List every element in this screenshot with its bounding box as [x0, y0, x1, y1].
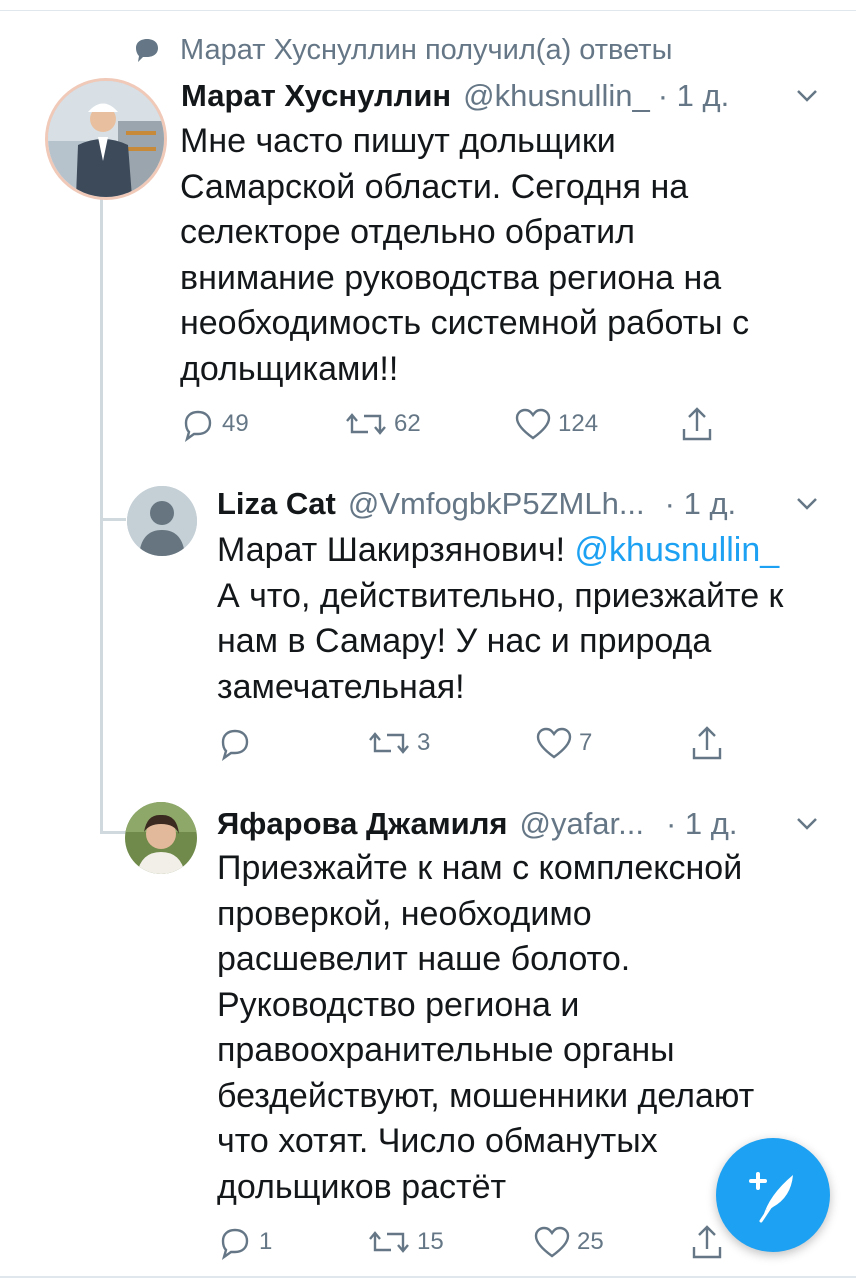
author-handle[interactable]: @khusnullin_ — [463, 78, 650, 114]
default-avatar-icon — [127, 486, 197, 556]
thread-connector — [100, 197, 103, 834]
tweet-actions: 3 7 — [217, 723, 727, 763]
mention-link[interactable]: @khusnullin_ — [575, 531, 780, 569]
author-name[interactable]: Liza Cat — [217, 486, 336, 522]
heart-icon — [515, 408, 551, 440]
heart-icon — [534, 1226, 570, 1258]
retweet-button[interactable]: 3 — [367, 723, 430, 763]
tweet-header: Марат Хуснуллин @khusnullin_ · 1 д. — [181, 74, 729, 118]
tweet-header: Liza Cat @VmfogbkP5ZMLh... · 1 д. — [217, 482, 736, 526]
compose-tweet-button[interactable] — [716, 1138, 830, 1252]
like-button[interactable]: 25 — [533, 1222, 604, 1262]
reply-count: 49 — [222, 410, 249, 437]
retweet-icon — [369, 1231, 409, 1253]
retweet-button[interactable]: 15 — [367, 1222, 444, 1262]
tweet-actions: 49 62 124 — [180, 404, 720, 444]
reply-bubble-icon — [136, 39, 158, 62]
like-button[interactable]: 124 — [514, 404, 598, 444]
reply-icon — [221, 729, 249, 761]
bottom-divider — [0, 1276, 856, 1278]
reply-context[interactable]: Марат Хуснуллин получил(а) ответы — [132, 30, 672, 70]
retweet-count: 3 — [417, 729, 431, 756]
heart-icon — [536, 727, 572, 759]
share-button[interactable] — [680, 404, 714, 444]
thread-branch — [100, 518, 126, 521]
reply-button[interactable] — [217, 723, 259, 763]
avatar-photo — [125, 802, 197, 874]
retweet-count: 15 — [417, 1228, 444, 1255]
avatar[interactable] — [45, 78, 167, 200]
chevron-down-icon[interactable] — [796, 817, 818, 831]
chevron-down-icon[interactable] — [796, 89, 818, 103]
compose-feather-icon — [749, 1172, 793, 1223]
share-icon — [682, 407, 712, 441]
reply-icon — [184, 410, 212, 442]
avatar-photo — [48, 81, 164, 197]
reply-button[interactable]: 1 — [217, 1222, 272, 1262]
tweet-text: Мне часто пишут дольщики Самарской облас… — [180, 122, 750, 388]
retweet-icon — [346, 413, 386, 435]
tweet-text: Приезжайте к нам с комплексной проверкой… — [217, 849, 755, 1206]
share-button[interactable] — [690, 1222, 724, 1262]
thread-branch — [100, 831, 126, 834]
retweet-button[interactable]: 62 — [344, 404, 421, 444]
share-button[interactable] — [690, 723, 724, 763]
author-name[interactable]: Марат Хуснуллин — [181, 78, 451, 114]
share-icon — [692, 726, 722, 760]
retweet-icon — [369, 732, 409, 754]
author-handle[interactable]: @VmfogbkP5ZMLh... — [348, 486, 645, 522]
tweet-actions: 1 15 25 — [217, 1222, 727, 1262]
like-count: 124 — [558, 410, 599, 437]
like-button[interactable]: 7 — [535, 723, 592, 763]
tweet-header: Яфарова Джамиля @yafar... · 1 д. — [217, 802, 738, 846]
avatar[interactable] — [127, 486, 197, 556]
tweet-text: Марат Шакирзянович! @khusnullin_ А что, … — [217, 528, 783, 710]
like-count: 7 — [579, 729, 593, 756]
avatar[interactable] — [125, 802, 197, 874]
like-count: 25 — [577, 1228, 604, 1255]
tweet-text-body: А что, действительно, приезжайте к нам в… — [217, 576, 784, 706]
reply-count: 1 — [259, 1228, 273, 1255]
tweet-time[interactable]: · 1 д. — [665, 486, 737, 522]
top-divider — [0, 10, 856, 11]
retweet-count: 62 — [394, 410, 421, 437]
author-handle[interactable]: @yafar... — [519, 806, 644, 842]
tweet-time[interactable]: · 1 д. — [658, 78, 730, 114]
reply-button[interactable]: 49 — [180, 404, 249, 444]
author-name[interactable]: Яфарова Джамиля — [217, 806, 507, 842]
share-icon — [692, 1225, 722, 1259]
tweet-time[interactable]: · 1 д. — [666, 806, 738, 842]
reply-icon — [221, 1228, 249, 1260]
tweet-text-prefix: Марат Шакирзянович! — [217, 531, 575, 569]
chevron-down-icon[interactable] — [796, 497, 818, 511]
reply-context-text: Марат Хуснуллин получил(а) ответы — [180, 33, 673, 66]
